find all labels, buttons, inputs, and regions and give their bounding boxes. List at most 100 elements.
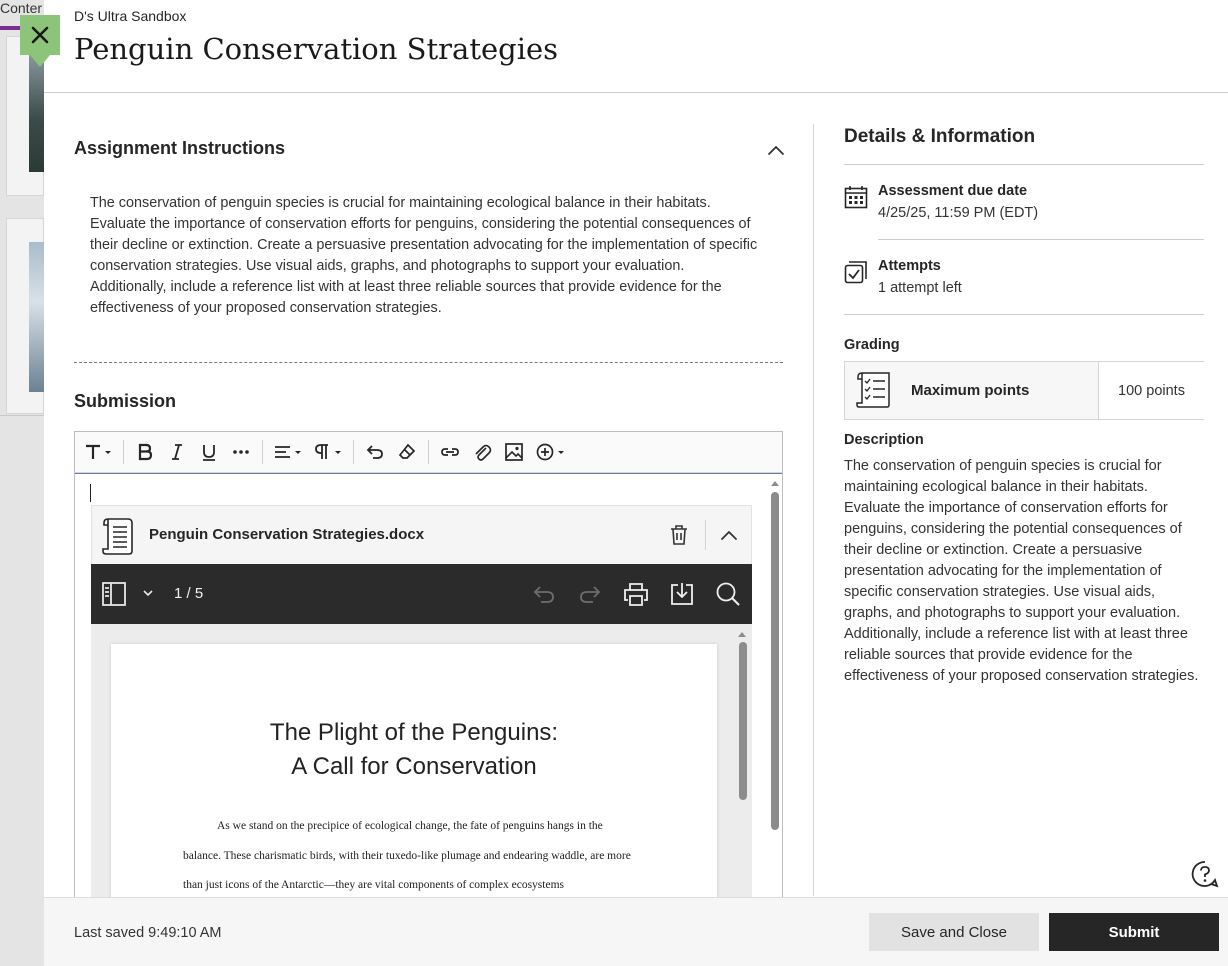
- calendar-icon: [844, 186, 868, 209]
- document-title-line: The Plight of the Penguins:: [269, 719, 559, 746]
- print-icon: [624, 583, 648, 606]
- undo-icon: [533, 586, 554, 603]
- details-divider: [844, 164, 1204, 165]
- editor-content-area[interactable]: Penguin Conservation Strategies.docx 1 /…: [75, 473, 782, 910]
- clear-format-button[interactable]: [394, 437, 420, 467]
- document-page: The Plight of the Penguins: A Call for C…: [111, 644, 717, 910]
- clear-format-icon: [398, 443, 416, 459]
- document-icon: [102, 518, 133, 555]
- due-date-value: 4/25/25, 11:59 PM (EDT): [878, 205, 1039, 221]
- course-name: D's Ultra Sandbox: [74, 8, 187, 24]
- link-button[interactable]: [437, 437, 463, 467]
- footer-bar: Last saved 9:49:10 AM Save and Close Sub…: [44, 897, 1228, 966]
- download-button[interactable]: [669, 581, 695, 612]
- document-scrollbar[interactable]: [739, 642, 747, 800]
- submit-button[interactable]: Submit: [1049, 913, 1219, 951]
- last-saved-status: Last saved 9:49:10 AM: [74, 925, 222, 941]
- submission-editor: Penguin Conservation Strategies.docx 1 /…: [74, 431, 783, 911]
- background-content-label: Conter: [0, 0, 43, 16]
- text-style-icon: [86, 444, 111, 459]
- max-points-label: Maximum points: [911, 382, 1030, 399]
- align-button[interactable]: [271, 437, 305, 467]
- more-button[interactable]: [228, 437, 254, 467]
- text-style-button[interactable]: [81, 437, 115, 467]
- search-document-button[interactable]: [715, 581, 741, 612]
- chevron-down-icon: [143, 590, 153, 597]
- background-thumbnail: [29, 242, 44, 392]
- document-viewer-toolbar: 1 / 5: [91, 564, 752, 624]
- toolbar-separator: [123, 440, 124, 464]
- sidebar-options-button[interactable]: [141, 586, 155, 605]
- save-and-close-button[interactable]: Save and Close: [869, 913, 1039, 951]
- print-button[interactable]: [623, 581, 649, 612]
- due-date-label: Assessment due date: [878, 183, 1028, 199]
- collapse-attachment-button[interactable]: [718, 524, 740, 551]
- attach-icon: [475, 444, 492, 461]
- background-divider: [0, 415, 44, 416]
- document-preview[interactable]: The Plight of the Penguins: A Call for C…: [91, 624, 752, 910]
- image-icon: [505, 443, 523, 461]
- rubric-icon: [856, 372, 890, 408]
- close-button[interactable]: [20, 15, 60, 67]
- grading-box: Maximum points 100 points: [844, 361, 1204, 420]
- close-icon: [31, 26, 49, 44]
- instructions-heading: Assignment Instructions: [74, 138, 286, 158]
- editor-toolbar: [75, 432, 782, 473]
- grading-label: Grading: [844, 337, 900, 353]
- undo-button[interactable]: [362, 437, 388, 467]
- toolbar-separator: [262, 440, 263, 464]
- details-divider: [878, 239, 1204, 240]
- trash-icon: [671, 525, 687, 545]
- attempts-value: 1 attempt left: [878, 280, 962, 296]
- underline-button[interactable]: [196, 437, 222, 467]
- column-divider: [813, 124, 814, 896]
- help-icon: [1191, 861, 1219, 888]
- details-heading: Details & Information: [844, 126, 1036, 147]
- search-icon: [716, 582, 740, 606]
- editor-scrollbar-arrow[interactable]: [770, 478, 780, 488]
- sidebar-toggle-button[interactable]: [101, 581, 127, 612]
- attachment-file-name[interactable]: Penguin Conservation Strategies.docx: [149, 526, 424, 543]
- sidebar-icon: [102, 582, 126, 606]
- header-divider: [44, 92, 1228, 93]
- submission-heading: Submission: [74, 391, 177, 411]
- description-label: Description: [844, 432, 924, 448]
- document-paragraph: As we stand on the precipice of ecologic…: [183, 820, 631, 891]
- viewer-redo-button[interactable]: [577, 581, 603, 612]
- link-icon: [441, 448, 459, 456]
- document-title-line: A Call for Conservation: [291, 753, 537, 780]
- toolbar-separator: [353, 440, 354, 464]
- attachment-separator: [705, 520, 706, 550]
- attempts-label: Attempts: [878, 258, 941, 274]
- text-cursor: [90, 484, 91, 502]
- editor-scrollbar[interactable]: [771, 492, 779, 830]
- delete-attachment-button[interactable]: [669, 524, 689, 551]
- italic-icon: [172, 444, 182, 460]
- document-title: The Plight of the Penguins: A Call for C…: [111, 716, 717, 784]
- paragraph-button[interactable]: [311, 437, 345, 467]
- viewer-undo-button[interactable]: [531, 581, 557, 612]
- attempts-icon: [844, 261, 867, 284]
- align-icon: [275, 446, 301, 458]
- insert-content-button[interactable]: [533, 437, 569, 467]
- insert-icon: [536, 443, 564, 461]
- bold-button[interactable]: [132, 437, 158, 467]
- chevron-up-icon: [721, 531, 737, 540]
- chevron-up-icon: [768, 146, 784, 155]
- max-points-value: 100 points: [1099, 362, 1204, 419]
- undo-icon: [366, 445, 383, 459]
- image-button[interactable]: [501, 437, 527, 467]
- download-icon: [671, 583, 693, 605]
- attach-button[interactable]: [469, 437, 495, 467]
- document-scrollbar-arrow[interactable]: [737, 629, 747, 639]
- attachment-header: Penguin Conservation Strategies.docx: [91, 505, 752, 565]
- collapse-instructions-button[interactable]: [764, 140, 788, 160]
- description-text: The conservation of penguin species is c…: [844, 458, 1199, 684]
- background-page: Conter: [0, 0, 44, 966]
- italic-button[interactable]: [164, 437, 190, 467]
- page-indicator: 1 / 5: [174, 585, 204, 602]
- section-divider: [74, 362, 783, 363]
- page-title: Penguin Conservation Strategies: [74, 32, 559, 66]
- help-button[interactable]: [1191, 860, 1219, 893]
- assignment-panel: D's Ultra Sandbox Penguin Conservation S…: [44, 0, 1228, 966]
